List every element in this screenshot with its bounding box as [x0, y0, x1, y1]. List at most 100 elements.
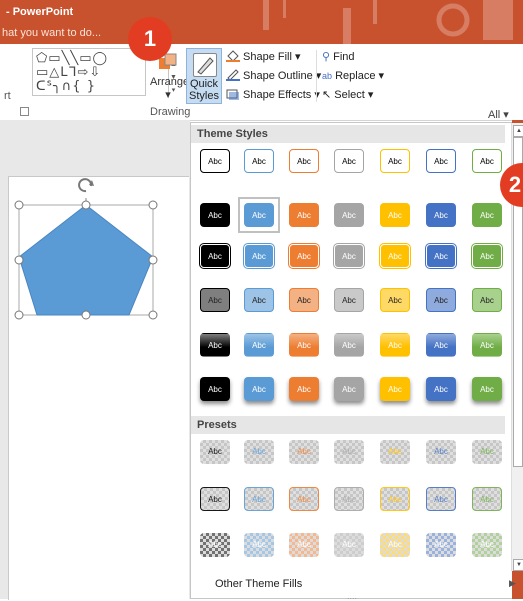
- shape-effects-button[interactable]: Shape Effects ▾: [226, 88, 320, 101]
- app-title: - PowerPoint: [6, 6, 74, 18]
- style-tile[interactable]: Abc: [244, 487, 274, 511]
- style-tile[interactable]: Abc: [200, 244, 230, 268]
- style-tile[interactable]: Abc: [472, 244, 502, 268]
- title-pattern: [263, 0, 513, 44]
- style-tile[interactable]: Abc: [334, 440, 364, 464]
- insert-group-label: rt: [4, 90, 11, 102]
- selected-pentagon-shape[interactable]: [9, 177, 189, 337]
- quick-styles-icon: [193, 53, 217, 77]
- style-tile[interactable]: Abc: [200, 149, 230, 173]
- style-tile[interactable]: Abc: [244, 533, 274, 557]
- style-tile[interactable]: Abc: [200, 203, 230, 227]
- style-tile[interactable]: Abc: [426, 149, 456, 173]
- style-tile[interactable]: Abc: [334, 288, 364, 312]
- style-tile[interactable]: Abc: [200, 377, 230, 401]
- style-tile[interactable]: Abc: [244, 440, 274, 464]
- style-tile[interactable]: Abc: [334, 244, 364, 268]
- selected-style-highlight: [238, 197, 280, 233]
- shapes-row-1[interactable]: ⬠▭╲╲▭◯: [36, 52, 108, 65]
- dialog-launcher-icon[interactable]: [20, 107, 29, 116]
- style-tile[interactable]: Abc: [380, 149, 410, 173]
- style-tile[interactable]: Abc: [380, 203, 410, 227]
- style-tile[interactable]: Abc: [472, 288, 502, 312]
- style-tile[interactable]: Abc: [380, 333, 410, 357]
- shape-outline-button[interactable]: Shape Outline ▾: [226, 69, 321, 82]
- style-tile[interactable]: Abc: [200, 288, 230, 312]
- style-tile[interactable]: Abc: [426, 440, 456, 464]
- style-tile[interactable]: Abc: [426, 244, 456, 268]
- style-tile[interactable]: Abc: [426, 487, 456, 511]
- style-tile[interactable]: Abc: [289, 288, 319, 312]
- quick-styles-gallery: Theme Styles Presets ▲ ▼ Other Theme Fil…: [190, 122, 523, 601]
- arrange-button[interactable]: Arrange ▾: [150, 76, 190, 101]
- shape-effects-icon: [226, 89, 239, 100]
- shapes-row-3[interactable]: ᑕᔆ╮∩{ }: [36, 80, 96, 93]
- style-tile[interactable]: Abc: [289, 203, 319, 227]
- style-tile[interactable]: Abc: [244, 149, 274, 173]
- scroll-up-icon[interactable]: ▲: [513, 125, 523, 137]
- style-tile[interactable]: Abc: [334, 487, 364, 511]
- all-filter-label: All: [488, 109, 501, 121]
- style-tile[interactable]: Abc: [472, 203, 502, 227]
- shape-fill-button[interactable]: Shape Fill ▾: [226, 50, 301, 63]
- style-tile[interactable]: Abc: [289, 244, 319, 268]
- style-tile[interactable]: Abc: [244, 333, 274, 357]
- style-tile[interactable]: Abc: [200, 333, 230, 357]
- style-tile[interactable]: Abc: [472, 333, 502, 357]
- style-tile[interactable]: Abc: [426, 288, 456, 312]
- style-tile[interactable]: Abc: [472, 377, 502, 401]
- shape-outline-label: Shape Outline: [243, 70, 313, 82]
- arrange-label: Arrange: [150, 76, 190, 88]
- style-tile[interactable]: Abc: [426, 533, 456, 557]
- other-theme-fills-label: Other Theme Fills: [215, 578, 303, 590]
- shapes-row-2[interactable]: ▭△ᒪᒣ⇨⇩: [36, 66, 101, 79]
- style-tile[interactable]: Abc: [334, 533, 364, 557]
- style-tile[interactable]: Abc: [380, 244, 410, 268]
- style-tile[interactable]: Abc: [334, 149, 364, 173]
- style-tile[interactable]: Abc: [380, 440, 410, 464]
- chevron-right-icon: ▶: [509, 578, 516, 588]
- style-tile[interactable]: Abc: [472, 440, 502, 464]
- style-tile[interactable]: Abc: [380, 377, 410, 401]
- style-tile[interactable]: Abc: [200, 440, 230, 464]
- style-tile[interactable]: Abc: [380, 533, 410, 557]
- style-tile[interactable]: Abc: [334, 203, 364, 227]
- shapes-gallery[interactable]: ⬠▭╲╲▭◯ ▭△ᒪᒣ⇨⇩ ᑕᔆ╮∩{ } ▲▼▾: [32, 48, 177, 98]
- theme-styles-heading: Theme Styles: [191, 125, 505, 143]
- style-tile[interactable]: Abc: [200, 487, 230, 511]
- style-tile[interactable]: Abc: [289, 440, 319, 464]
- style-tile[interactable]: Abc: [472, 487, 502, 511]
- quick-styles-button[interactable]: Quick Styles: [186, 48, 222, 104]
- style-tile[interactable]: Abc: [289, 487, 319, 511]
- select-button[interactable]: ↖ Select ▾: [322, 88, 373, 101]
- style-tile[interactable]: Abc: [289, 333, 319, 357]
- style-tile[interactable]: Abc: [244, 377, 274, 401]
- find-button[interactable]: ⚲ Find: [322, 50, 355, 63]
- style-tile[interactable]: Abc: [334, 333, 364, 357]
- style-tile[interactable]: Abc: [472, 533, 502, 557]
- style-tile[interactable]: Abc: [380, 487, 410, 511]
- style-tile[interactable]: Abc: [426, 333, 456, 357]
- style-tile[interactable]: Abc: [426, 377, 456, 401]
- style-tile[interactable]: Abc: [244, 288, 274, 312]
- style-tile[interactable]: Abc: [426, 203, 456, 227]
- resize-grip[interactable]: ....: [347, 591, 357, 601]
- style-tile[interactable]: Abc: [244, 244, 274, 268]
- style-tile[interactable]: Abc: [334, 377, 364, 401]
- scroll-down-icon[interactable]: ▼: [513, 559, 523, 571]
- slide-canvas[interactable]: [8, 176, 189, 600]
- style-tile[interactable]: Abc: [472, 149, 502, 173]
- all-filter-dropdown[interactable]: All ▾: [488, 108, 509, 121]
- style-tile[interactable]: Abc: [289, 149, 319, 173]
- chevron-down-icon: ▾: [165, 89, 171, 101]
- replace-button[interactable]: ab Replace ▾: [322, 69, 384, 82]
- other-theme-fills-item[interactable]: Other Theme Fills: [215, 578, 302, 590]
- ribbon: ⬠▭╲╲▭◯ ▭△ᒪᒣ⇨⇩ ᑕᔆ╮∩{ } ▲▼▾ rt Arrange ▾ Q…: [0, 44, 523, 121]
- callout-badge-1: 1: [128, 17, 172, 61]
- tell-me-input[interactable]: hat you want to do...: [2, 27, 101, 39]
- style-tile[interactable]: Abc: [289, 377, 319, 401]
- replace-label: Replace: [335, 70, 376, 82]
- style-tile[interactable]: Abc: [289, 533, 319, 557]
- style-tile[interactable]: Abc: [380, 288, 410, 312]
- style-tile[interactable]: Abc: [200, 533, 230, 557]
